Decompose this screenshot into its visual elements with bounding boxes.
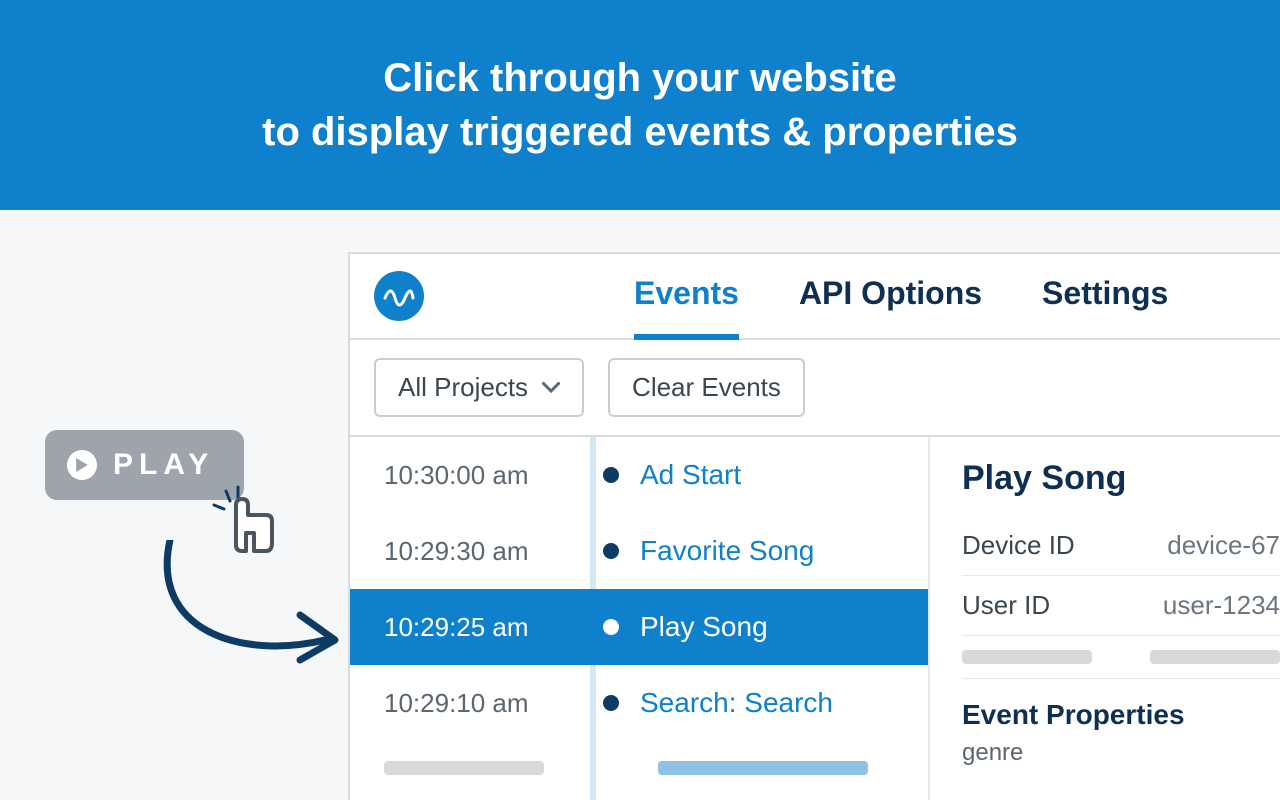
event-property-name: genre xyxy=(962,739,1280,767)
event-timeline: 10:30:00 am Ad Start 10:29:30 am Favorit… xyxy=(350,437,930,800)
panel-tabs: Events API Options Settings xyxy=(634,272,1168,338)
project-selector-label: All Projects xyxy=(398,372,528,403)
event-time: 10:30:00 am xyxy=(384,460,564,491)
details-value: user-1234 xyxy=(1163,590,1280,621)
tab-events[interactable]: Events xyxy=(634,275,739,340)
clear-events-label: Clear Events xyxy=(632,372,781,403)
event-name: Ad Start xyxy=(640,459,741,491)
details-skeleton-row xyxy=(962,636,1280,679)
project-selector[interactable]: All Projects xyxy=(374,358,584,417)
extension-panel: Events API Options Settings All Projects… xyxy=(348,252,1280,800)
timeline-row[interactable]: 10:29:30 am Favorite Song xyxy=(350,513,928,589)
details-row: Device ID device-67 xyxy=(962,516,1280,576)
skeleton-bar xyxy=(658,761,868,775)
timeline-row[interactable]: 10:29:10 am Search: Search xyxy=(350,665,928,741)
play-icon xyxy=(67,450,97,480)
tab-api-options[interactable]: API Options xyxy=(799,275,982,340)
event-properties-heading: Event Properties xyxy=(962,699,1280,731)
details-key: Device ID xyxy=(962,530,1075,561)
timeline-dot-icon xyxy=(603,543,619,559)
event-time: 10:29:25 am xyxy=(384,612,564,643)
timeline-row-selected[interactable]: 10:29:25 am Play Song xyxy=(350,589,928,665)
details-row: User ID user-1234 xyxy=(962,576,1280,636)
clear-events-button[interactable]: Clear Events xyxy=(608,358,805,417)
hero-line-2: to display triggered events & properties xyxy=(262,105,1018,159)
skeleton-bar xyxy=(962,650,1092,664)
timeline-row[interactable]: 10:30:00 am Ad Start xyxy=(350,437,928,513)
sample-play-label: PLAY xyxy=(113,448,214,482)
arrow-icon xyxy=(150,540,350,680)
amplitude-logo-icon xyxy=(374,271,424,321)
timeline-dot-icon xyxy=(603,619,619,635)
details-value: device-67 xyxy=(1167,530,1280,561)
details-key: User ID xyxy=(962,590,1050,621)
chevron-down-icon xyxy=(542,379,560,397)
skeleton-bar xyxy=(384,761,544,775)
timeline-dot-icon xyxy=(603,695,619,711)
timeline-skeleton-row xyxy=(350,741,928,795)
event-details: Play Song Device ID device-67 User ID us… xyxy=(930,437,1280,800)
event-name: Search: Search xyxy=(640,687,833,719)
hero-banner: Click through your website to display tr… xyxy=(0,0,1280,210)
details-title: Play Song xyxy=(962,459,1280,498)
event-time: 10:29:10 am xyxy=(384,688,564,719)
event-name: Play Song xyxy=(640,611,768,643)
hero-line-1: Click through your website xyxy=(262,51,1018,105)
skeleton-bar xyxy=(1150,650,1280,664)
timeline-dot-icon xyxy=(603,467,619,483)
tab-settings[interactable]: Settings xyxy=(1042,275,1168,340)
event-name: Favorite Song xyxy=(640,535,814,567)
event-time: 10:29:30 am xyxy=(384,536,564,567)
